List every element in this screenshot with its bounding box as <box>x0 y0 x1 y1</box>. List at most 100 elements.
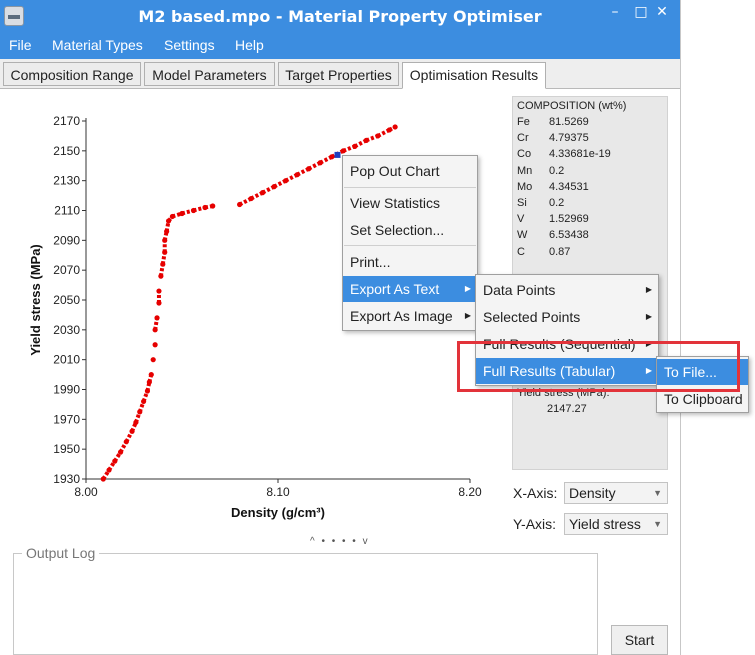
y-axis-value: Yield stress <box>569 516 641 532</box>
element-value: 0.87 <box>549 245 571 258</box>
x-tick-label: 8.00 <box>74 485 98 499</box>
y-tick-label: 2150 <box>53 144 80 158</box>
y-tick-label: 2010 <box>53 353 80 367</box>
menu-pop-out-chart[interactable]: Pop Out Chart <box>343 158 477 184</box>
y-tick-label: 2030 <box>53 323 80 337</box>
element-symbol: Si <box>517 197 527 209</box>
menu-export-as-image-label: Export As Image <box>350 308 453 324</box>
chevron-down-icon: ▼ <box>653 488 662 498</box>
y-tick-label: 1970 <box>53 412 80 426</box>
submenu-arrow-icon: ▶ <box>645 312 652 321</box>
tab-composition-range[interactable]: Composition Range <box>3 62 141 86</box>
chevron-down-icon: ▼ <box>653 519 662 529</box>
menu-export-as-text[interactable]: Export As Text ▶ <box>343 276 477 302</box>
element-value: 81.5269 <box>549 116 589 128</box>
data-point-segment <box>261 184 276 195</box>
minimize-button[interactable]: – <box>606 4 624 22</box>
y-axis-title: Yield stress (MPa) <box>28 244 43 356</box>
y-tick-label: 2050 <box>53 293 80 307</box>
element-symbol: Mn <box>517 164 533 177</box>
y-tick-label: 1990 <box>53 383 80 397</box>
data-point-segment <box>153 317 160 331</box>
tab-bar: Composition Range Model Parameters Targe… <box>0 59 680 89</box>
submenu-arrow-icon: ▶ <box>645 285 652 294</box>
x-tick-label: 8.10 <box>266 485 290 499</box>
data-point-segment <box>353 138 368 149</box>
data-point-segment <box>158 263 165 277</box>
submenu-arrow-icon: ▶ <box>464 284 471 293</box>
yield-stress-value: 2147.27 <box>547 403 587 415</box>
output-log[interactable]: Output Log <box>13 545 598 655</box>
close-button[interactable]: ✕ <box>653 4 671 22</box>
menu-material-types[interactable]: Material Types <box>52 37 143 53</box>
y-tick-label: 2170 <box>53 114 80 128</box>
maximize-button[interactable]: □ <box>632 4 650 22</box>
element-value: 4.34531 <box>549 180 589 193</box>
data-point-segment <box>284 172 299 183</box>
data-point-segment <box>342 144 356 153</box>
data-point-segment <box>238 196 253 207</box>
menu-data-points-label: Data Points <box>483 282 556 298</box>
y-axis-label: Y-Axis: <box>513 516 557 532</box>
output-log-label: Output Log <box>22 545 100 561</box>
x-axis-label: X-Axis: <box>513 485 558 501</box>
element-symbol: Mo <box>517 180 533 193</box>
element-value: 4.79375 <box>549 132 589 145</box>
data-point-segment <box>250 190 264 201</box>
y-tick-label: 1950 <box>53 442 80 456</box>
y-tick-label: 2130 <box>53 174 80 188</box>
menu-print[interactable]: Print... <box>343 249 477 275</box>
title-bar: M2 based.mpo - Material Property Optimis… <box>0 0 680 33</box>
data-point-segment <box>124 430 134 443</box>
composition-heading: COMPOSITION (wt%) <box>517 100 627 112</box>
x-tick-label: 8.20 <box>458 485 482 499</box>
data-point-segment <box>376 128 391 138</box>
menu-bar: File Material Types Settings Help <box>0 33 680 59</box>
chart-context-menu: Pop Out Chart View Statistics Set Select… <box>342 155 478 331</box>
element-value: 6.53438 <box>549 229 589 242</box>
data-point-segment <box>307 160 322 171</box>
data-point-segment <box>147 374 154 383</box>
element-value: 1.52969 <box>549 213 589 226</box>
element-symbol: W <box>517 229 528 242</box>
menu-selected-points-label: Selected Points <box>483 309 581 325</box>
element-symbol: V <box>517 213 525 226</box>
element-symbol: Co <box>517 148 532 161</box>
data-point-segment <box>319 155 333 165</box>
window-title: M2 based.mpo - Material Property Optimis… <box>138 7 542 26</box>
x-axis-select[interactable]: Density ▼ <box>564 482 668 504</box>
data-point-segment <box>160 251 167 265</box>
start-button[interactable]: Start <box>611 625 668 655</box>
selected-data-point <box>334 151 341 158</box>
data-point-segment <box>101 468 111 481</box>
element-symbol: C <box>517 245 525 258</box>
x-axis-value: Density <box>569 485 616 501</box>
menu-help[interactable]: Help <box>235 37 264 53</box>
element-value: 0.2 <box>549 197 565 209</box>
tab-target-properties[interactable]: Target Properties <box>278 62 399 86</box>
data-point-segment <box>145 381 152 392</box>
y-tick-label: 2070 <box>53 263 80 277</box>
menu-separator <box>344 187 476 188</box>
data-point <box>150 357 156 363</box>
element-value: 4.33681e-19 <box>549 148 611 161</box>
menu-view-statistics[interactable]: View Statistics <box>343 190 477 216</box>
element-symbol: Fe <box>517 116 530 128</box>
submenu-arrow-icon: ▶ <box>464 311 471 320</box>
menu-settings[interactable]: Settings <box>164 37 215 53</box>
element-value: 0.2 <box>549 164 565 177</box>
data-point-segment <box>118 440 129 454</box>
data-point-segment <box>273 178 287 189</box>
tab-model-parameters[interactable]: Model Parameters <box>144 62 275 86</box>
y-axis-select[interactable]: Yield stress ▼ <box>564 513 668 535</box>
data-point-segment <box>296 166 310 177</box>
splitter-handle[interactable]: ^ • • • • v <box>310 536 370 547</box>
y-tick-label: 2110 <box>54 204 80 218</box>
menu-selected-points[interactable]: Selected Points ▶ <box>476 304 658 330</box>
menu-export-as-image[interactable]: Export As Image ▶ <box>343 303 477 329</box>
menu-set-selection[interactable]: Set Selection... <box>343 217 477 243</box>
tab-optimisation-results[interactable]: Optimisation Results <box>402 62 546 89</box>
data-point-segment <box>388 125 397 132</box>
menu-file[interactable]: File <box>9 37 32 53</box>
menu-data-points[interactable]: Data Points ▶ <box>476 277 658 303</box>
